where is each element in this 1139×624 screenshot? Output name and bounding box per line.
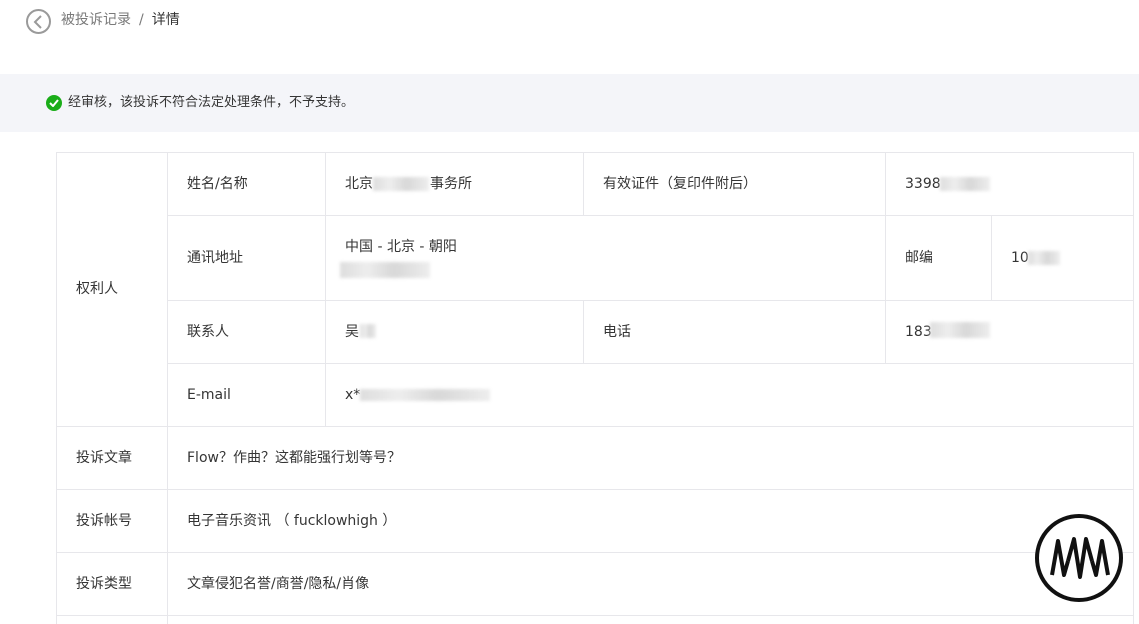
address-line1: 中国 - 北京 - 朝阳 <box>345 239 457 255</box>
redacted-blur <box>940 177 990 191</box>
chevron-left-icon <box>33 15 42 29</box>
redacted-blur <box>373 177 429 191</box>
redacted-blur <box>360 324 376 338</box>
breadcrumb-separator: / <box>139 12 144 28</box>
redacted-blur <box>340 262 430 278</box>
email-label: E-mail <box>187 387 231 403</box>
redacted-blur <box>930 322 990 338</box>
id-document-label: 有效证件（复印件附后） <box>603 176 757 192</box>
complaint-account-label: 投诉帐号 <box>76 513 132 529</box>
name-value-suffix: 事务所 <box>430 176 472 192</box>
redacted-blur <box>360 389 490 401</box>
breadcrumb: 被投诉记录 / 详情 <box>61 11 180 29</box>
complaint-type-label: 投诉类型 <box>76 576 132 592</box>
status-notice-text: 经审核，该投诉不符合法定处理条件，不予支持。 <box>68 95 355 110</box>
page-header: 被投诉记录 / 详情 <box>0 0 1139 44</box>
name-value-prefix: 北京 <box>345 176 373 192</box>
postcode-value: 10 <box>1011 250 1029 266</box>
breadcrumb-parent-link[interactable]: 被投诉记录 <box>61 12 131 28</box>
watermark-logo-icon <box>1035 514 1123 602</box>
postcode-label: 邮编 <box>905 250 933 266</box>
breadcrumb-current: 详情 <box>151 12 180 28</box>
email-value: x* <box>345 387 361 403</box>
phone-label: 电话 <box>603 324 631 340</box>
complaint-article-label: 投诉文章 <box>76 450 132 466</box>
complaint-account-value: 电子音乐资讯 （ fucklowhigh ） <box>187 513 397 529</box>
complaint-article-value: Flow？作曲？这都能强行划等号？ <box>187 450 401 466</box>
phone-value: 183 <box>905 324 932 340</box>
id-document-value: 3398 <box>905 176 941 192</box>
contact-value: 吴 <box>345 324 359 340</box>
back-button[interactable] <box>26 9 51 34</box>
complaint-type-value: 文章侵犯名誉/商誉/隐私/肖像 <box>187 576 370 592</box>
name-label: 姓名/名称 <box>187 176 248 192</box>
check-circle-icon <box>46 95 62 111</box>
redacted-blur <box>1028 251 1060 265</box>
rights-holder-section-label: 权利人 <box>76 281 118 297</box>
contact-label: 联系人 <box>187 324 229 340</box>
address-label: 通讯地址 <box>187 250 243 266</box>
